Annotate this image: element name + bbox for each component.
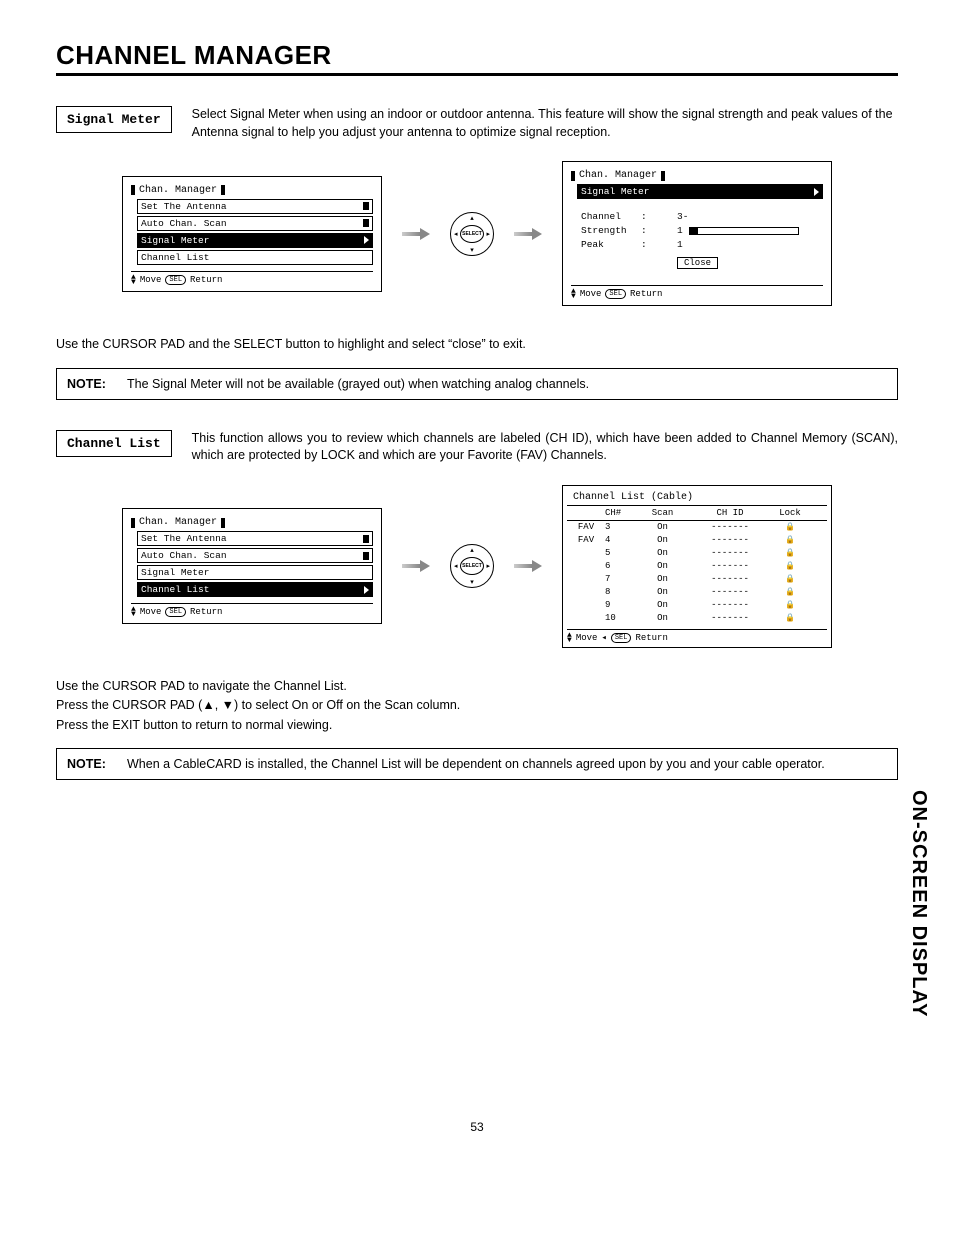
updown-icon: ▲▼ [567, 633, 572, 643]
channel-list-section: Channel List This function allows you to… [56, 430, 898, 465]
signal-meter-section: Signal Meter Select Signal Meter when us… [56, 106, 898, 141]
note-text: When a CableCARD is installed, the Chann… [127, 757, 887, 771]
side-tab-label: ON-SCREEN DISPLAY [907, 790, 930, 1017]
osd-footer: ▲▼ Move SEL Return [131, 603, 373, 617]
chlist-note: NOTE: When a CableCARD is installed, the… [56, 748, 898, 780]
page-title: CHANNEL MANAGER [56, 40, 898, 76]
chlist-title: Channel List (Cable) [567, 490, 827, 505]
lock-icon [785, 600, 795, 610]
cursor-up-icon: ▴ [470, 546, 474, 554]
updown-icon: ▲▼ [131, 275, 136, 285]
table-row[interactable]: FAV4On------- [567, 534, 827, 547]
menu-item[interactable]: Set The Antenna [137, 531, 373, 546]
table-row[interactable]: 5On------- [567, 547, 827, 560]
table-row[interactable]: 6On------- [567, 560, 827, 573]
chlist-body: FAV3On-------FAV4On-------5On-------6On-… [567, 521, 827, 625]
left-icon: ◂ [601, 633, 606, 643]
table-row[interactable]: 7On------- [567, 573, 827, 586]
cursor-up-icon: ▴ [470, 214, 474, 222]
updown-icon: ▲▼ [131, 607, 136, 617]
menu-item-highlight[interactable]: Channel List [137, 582, 373, 597]
select-label: SELECT [460, 225, 484, 243]
signal-meter-diagram: Chan. Manager Set The Antenna Auto Chan.… [56, 161, 898, 306]
lock-icon [785, 522, 795, 532]
cursor-down-icon: ▾ [470, 578, 474, 586]
lock-icon [785, 561, 795, 571]
remote-select-button[interactable]: ▴ ▾ ◂ ▸ SELECT [450, 212, 494, 256]
flow-arrow-icon [402, 229, 430, 239]
signal-meter-desc: Select Signal Meter when using an indoor… [192, 106, 898, 141]
flow-arrow-icon [402, 561, 430, 571]
table-row[interactable]: 8On------- [567, 586, 827, 599]
flow-arrow-icon [514, 561, 542, 571]
note-label: NOTE: [67, 757, 127, 771]
sel-icon: SEL [611, 633, 632, 643]
osd-footer: ▲▼ Move ◂SEL Return [567, 629, 827, 643]
channel-list-desc: This function allows you to review which… [192, 430, 898, 465]
cursor-down-icon: ▾ [470, 246, 474, 254]
osd-sub-highlight: Signal Meter [577, 184, 823, 199]
updown-icon: ▲▼ [571, 289, 576, 299]
lock-icon [785, 613, 795, 623]
table-row[interactable]: 10On------- [567, 612, 827, 625]
note-text: The Signal Meter will not be available (… [127, 377, 887, 391]
page-number: 53 [56, 1120, 898, 1134]
osd-menu-signal: Chan. Manager Set The Antenna Auto Chan.… [122, 176, 382, 292]
chlist-instr3: Press the EXIT button to return to norma… [56, 717, 898, 735]
flow-arrow-icon [514, 229, 542, 239]
cursor-left-icon: ◂ [454, 562, 458, 570]
lock-icon [785, 574, 795, 584]
menu-item[interactable]: Auto Chan. Scan [137, 216, 373, 231]
peak-row: Peak : 1 [581, 239, 813, 250]
remote-select-button[interactable]: ▴ ▾ ◂ ▸ SELECT [450, 544, 494, 588]
table-row[interactable]: 9On------- [567, 599, 827, 612]
osd-menu-title: Chan. Manager [131, 517, 373, 528]
strength-bar [689, 227, 799, 235]
chlist-header: CH# Scan CH ID Lock [567, 505, 827, 521]
sel-icon: SEL [605, 289, 626, 299]
table-row[interactable]: FAV3On------- [567, 521, 827, 534]
chlist-instr1: Use the CURSOR PAD to navigate the Chann… [56, 678, 898, 696]
close-button[interactable]: Close [677, 257, 718, 269]
menu-item[interactable]: Channel List [137, 250, 373, 265]
menu-item[interactable]: Signal Meter [137, 565, 373, 580]
select-label: SELECT [460, 557, 484, 575]
cursor-left-icon: ◂ [454, 230, 458, 238]
cursor-right-icon: ▸ [486, 230, 490, 238]
menu-item[interactable]: Auto Chan. Scan [137, 548, 373, 563]
signal-note: NOTE: The Signal Meter will not be avail… [56, 368, 898, 400]
osd-result-title: Chan. Manager [571, 170, 823, 181]
menu-item[interactable]: Set The Antenna [137, 199, 373, 214]
channel-list-diagram: Chan. Manager Set The Antenna Auto Chan.… [56, 485, 898, 648]
cursor-right-icon: ▸ [486, 562, 490, 570]
channel-row: Channel : 3- [581, 211, 813, 222]
menu-item-highlight[interactable]: Signal Meter [137, 233, 373, 248]
note-label: NOTE: [67, 377, 127, 391]
channel-list-label: Channel List [56, 430, 172, 457]
osd-signal-result: Chan. Manager Signal Meter Channel : 3- … [562, 161, 832, 306]
osd-menu-title: Chan. Manager [131, 185, 373, 196]
sel-icon: SEL [165, 275, 186, 285]
osd-footer: ▲▼ Move SEL Return [131, 271, 373, 285]
osd-menu-chlist: Chan. Manager Set The Antenna Auto Chan.… [122, 508, 382, 624]
sel-icon: SEL [165, 607, 186, 617]
osd-footer: ▲▼ Move SEL Return [571, 285, 823, 299]
osd-channel-list: Channel List (Cable) CH# Scan CH ID Lock… [562, 485, 832, 648]
strength-row: Strength : 1 [581, 225, 813, 236]
lock-icon [785, 587, 795, 597]
chlist-instr2: Press the CURSOR PAD (▲, ▼) to select On… [56, 697, 898, 715]
signal-exit-instr: Use the CURSOR PAD and the SELECT button… [56, 336, 898, 354]
lock-icon [785, 548, 795, 558]
signal-meter-label: Signal Meter [56, 106, 172, 133]
lock-icon [785, 535, 795, 545]
